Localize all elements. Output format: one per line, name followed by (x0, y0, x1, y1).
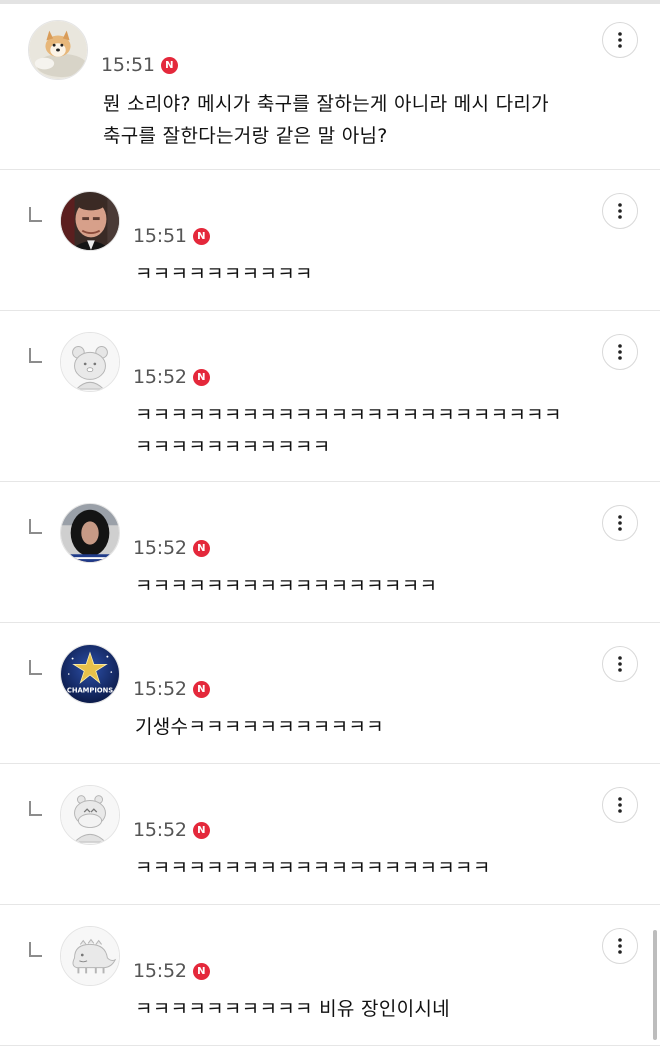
comment-text: 뭔 소리야? 메시가 축구를 잘하는게 아니라 메시 다리가 축구를 잘한다는거… (103, 88, 623, 152)
default-avatar-bear-icon[interactable] (60, 332, 120, 392)
new-badge: N (192, 680, 210, 698)
new-badge: N (160, 56, 178, 74)
comment-text-line: ㅋㅋㅋㅋㅋㅋㅋㅋㅋㅋㅋㅋㅋㅋㅋㅋㅋㅋㅋㅋ (135, 857, 491, 879)
kebab-menu-icon (618, 344, 622, 360)
comment-text-line: 기생수ㅋㅋㅋㅋㅋㅋㅋㅋㅋㅋㅋ (135, 716, 384, 738)
comment-text: ㅋㅋㅋㅋㅋㅋㅋㅋㅋㅋ 비유 장인이시네 (135, 993, 605, 1025)
more-options-button[interactable] (602, 505, 638, 541)
comment-text-line: ㅋㅋㅋㅋㅋㅋㅋㅋㅋㅋㅋ (135, 436, 331, 458)
reply-arrow-icon (29, 660, 42, 675)
kebab-menu-icon (618, 797, 622, 813)
kebab-menu-icon (618, 656, 622, 672)
reply-item: 15:52 N ㅋㅋㅋㅋㅋㅋㅋㅋㅋㅋㅋㅋㅋㅋㅋㅋㅋㅋㅋㅋㅋㅋㅋㅋ ㅋㅋㅋㅋㅋㅋㅋ… (0, 310, 660, 482)
reply-item: 15:52 N ㅋㅋㅋㅋㅋㅋㅋㅋㅋㅋ 비유 장인이시네 (0, 904, 660, 1046)
default-avatar-hippo-icon[interactable] (60, 785, 120, 845)
scrollbar[interactable] (653, 930, 657, 1040)
comment-time: 15:52 (133, 366, 187, 388)
new-badge: N (192, 368, 210, 386)
comment-text-line: 뭔 소리야? 메시가 축구를 잘하는게 아니라 메시 다리가 (103, 93, 549, 115)
comment-time: 15:51 (101, 54, 155, 76)
comment-meta: 15:51 N (133, 225, 210, 247)
dog-avatar-icon[interactable] (28, 20, 88, 80)
comment-text: ㅋㅋㅋㅋㅋㅋㅋㅋㅋㅋㅋㅋㅋㅋㅋㅋㅋ (135, 570, 605, 602)
comment-text-line: 축구를 잘한다는거랑 같은 말 아님? (103, 125, 388, 147)
default-avatar-dino-icon[interactable] (60, 926, 120, 986)
champions-logo-avatar-icon[interactable]: CHAMPIONS (60, 644, 120, 704)
person-photo-avatar-icon[interactable] (60, 503, 120, 563)
comment-time: 15:52 (133, 537, 187, 559)
new-badge: N (192, 821, 210, 839)
reply-arrow-icon (29, 348, 42, 363)
comment-meta: 15:52 N (133, 960, 210, 982)
comment-time: 15:52 (133, 960, 187, 982)
comment-text: ㅋㅋㅋㅋㅋㅋㅋㅋㅋㅋㅋㅋㅋㅋㅋㅋㅋㅋㅋㅋ (135, 852, 605, 884)
reply-item: 15:51 N ㅋㅋㅋㅋㅋㅋㅋㅋㅋㅋ (0, 169, 660, 311)
comment-meta: 15:52 N (133, 366, 210, 388)
more-options-button[interactable] (602, 193, 638, 229)
reply-arrow-icon (29, 942, 42, 957)
more-options-button[interactable] (602, 787, 638, 823)
kebab-menu-icon (618, 515, 622, 531)
comment-text: 기생수ㅋㅋㅋㅋㅋㅋㅋㅋㅋㅋㅋ (135, 711, 605, 743)
comment-meta: 15:52 N (133, 819, 210, 841)
comment-text-line: ㅋㅋㅋㅋㅋㅋㅋㅋㅋㅋㅋㅋㅋㅋㅋㅋㅋ (135, 575, 438, 597)
kebab-menu-icon (618, 938, 622, 954)
comment-time: 15:52 (133, 819, 187, 841)
comment-text: ㅋㅋㅋㅋㅋㅋㅋㅋㅋㅋㅋㅋㅋㅋㅋㅋㅋㅋㅋㅋㅋㅋㅋㅋ ㅋㅋㅋㅋㅋㅋㅋㅋㅋㅋㅋ (135, 399, 605, 463)
more-options-button[interactable] (602, 646, 638, 682)
comment-meta: 15:52 N (133, 537, 210, 559)
new-badge: N (192, 962, 210, 980)
new-badge: N (192, 227, 210, 245)
reply-item: 15:52 N ㅋㅋㅋㅋㅋㅋㅋㅋㅋㅋㅋㅋㅋㅋㅋㅋㅋㅋㅋㅋ (0, 763, 660, 905)
comment-text-line: ㅋㅋㅋㅋㅋㅋㅋㅋㅋㅋㅋㅋㅋㅋㅋㅋㅋㅋㅋㅋㅋㅋㅋㅋ (135, 404, 562, 426)
more-options-button[interactable] (602, 22, 638, 58)
kebab-menu-icon (618, 203, 622, 219)
reply-arrow-icon (29, 207, 42, 222)
comment-text: ㅋㅋㅋㅋㅋㅋㅋㅋㅋㅋ (135, 258, 605, 290)
comment-text-line: ㅋㅋㅋㅋㅋㅋㅋㅋㅋㅋ 비유 장인이시네 (135, 998, 450, 1020)
reply-item: 15:52 N ㅋㅋㅋㅋㅋㅋㅋㅋㅋㅋㅋㅋㅋㅋㅋㅋㅋ (0, 481, 660, 623)
comment-meta: 15:51 N (101, 54, 178, 76)
reply-arrow-icon (29, 801, 42, 816)
reply-item: CHAMPIONS 15:52 N 기생수ㅋㅋㅋㅋㅋㅋㅋㅋㅋㅋㅋ (0, 622, 660, 764)
comment-time: 15:52 (133, 678, 187, 700)
new-badge: N (192, 539, 210, 557)
comment-item: 15:51 N 뭔 소리야? 메시가 축구를 잘하는게 아니라 메시 다리가 축… (0, 4, 660, 170)
kebab-menu-icon (618, 32, 622, 48)
more-options-button[interactable] (602, 334, 638, 370)
comment-meta: 15:52 N (133, 678, 210, 700)
reply-arrow-icon (29, 519, 42, 534)
comment-time: 15:51 (133, 225, 187, 247)
champions-logo-text: CHAMPIONS (67, 686, 113, 694)
comment-text-line: ㅋㅋㅋㅋㅋㅋㅋㅋㅋㅋ (135, 263, 313, 285)
more-options-button[interactable] (602, 928, 638, 964)
man-photo-avatar-icon[interactable] (60, 191, 120, 251)
